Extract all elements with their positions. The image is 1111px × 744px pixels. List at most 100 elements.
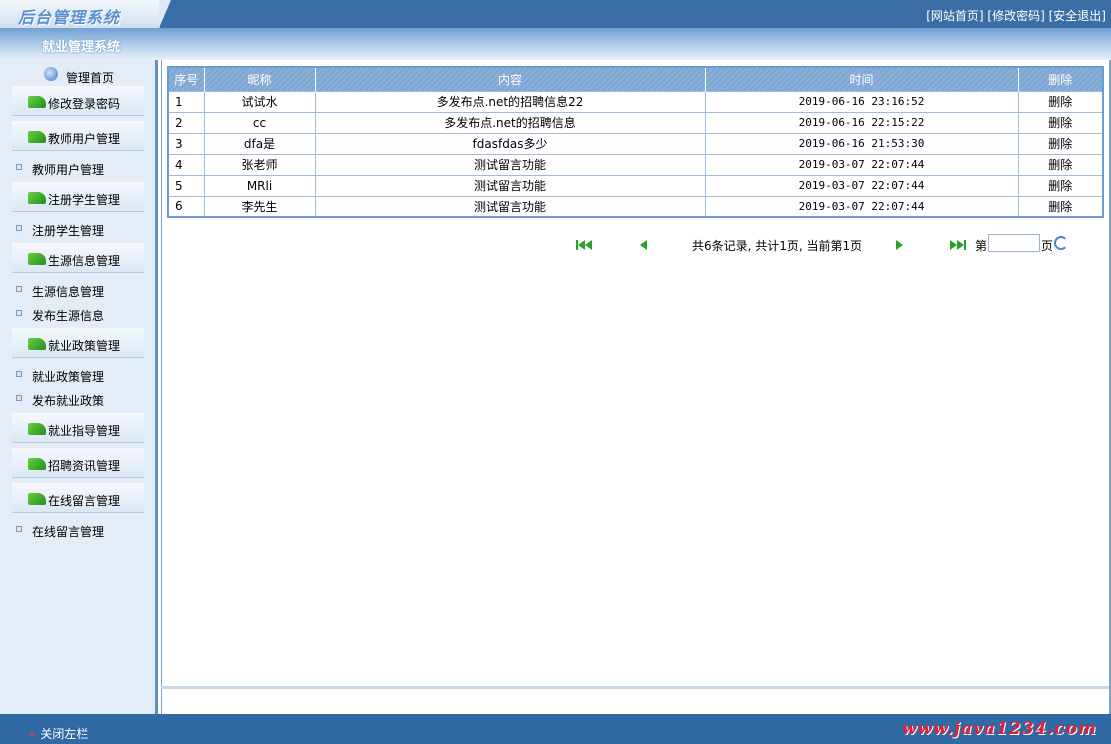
sidebar-section-label: 修改登录密码 [48,97,121,111]
col-header-index: 序号 [168,67,205,91]
sidebar-home[interactable]: 管理首页 [0,64,155,85]
sidebar-item-messages[interactable]: 在线留言管理 [0,518,155,540]
divider [161,686,1111,689]
table-header-row: 序号 昵称 内容 时间 删除 [168,67,1104,91]
sidebar-item-teacher-users[interactable]: 教师用户管理 [0,156,155,178]
close-sidebar-button[interactable]: ✕ 关闭左栏 [28,725,88,742]
cell-time: 2019-06-16 23:16:52 [705,90,1019,112]
close-icon: ✕ [28,730,37,741]
page-number-input[interactable] [988,234,1040,252]
cell-index: 5 [168,174,205,196]
green-arrow-icon [28,458,46,470]
delete-link[interactable]: 删除 [1018,90,1104,112]
sidebar-section-students[interactable]: 注册学生管理 [12,182,144,212]
green-arrow-icon [28,253,46,265]
bullet-icon [16,225,22,231]
sidebar-item-label: 生源信息管理 [32,285,105,299]
delete-link[interactable]: 删除 [1018,132,1104,154]
sidebar-section-label: 招聘资讯管理 [48,459,121,473]
sidebar: 管理首页 修改登录密码 教师用户管理 教师用户管理 注册学生管理 注册学生管理 … [0,60,158,714]
green-arrow-icon [28,192,46,204]
next-page-icon[interactable] [896,237,903,251]
sidebar-item-students[interactable]: 注册学生管理 [0,217,155,239]
cell-index: 4 [168,153,205,175]
sidebar-section-messages[interactable]: 在线留言管理 [12,483,144,513]
site-home-link[interactable]: [网站首页] [926,9,983,23]
col-header-delete: 删除 [1018,67,1104,91]
go-refresh-icon[interactable] [1054,236,1068,250]
header-links: [网站首页] [修改密码] [安全退出] [926,7,1106,24]
sidebar-section-label: 就业政策管理 [48,339,121,353]
cell-time: 2019-03-07 22:07:44 [705,174,1019,196]
green-arrow-icon [28,96,46,108]
cell-content: 测试留言功能 [315,153,706,175]
cell-nickname: MRli [204,174,316,196]
sidebar-section-policy[interactable]: 就业政策管理 [12,328,144,358]
col-header-time: 时间 [705,67,1019,91]
sidebar-item-publish-source[interactable]: 发布生源信息 [0,302,155,324]
cell-nickname: 张老师 [204,153,316,175]
delete-link[interactable]: 删除 [1018,111,1104,133]
logo-tab: 后台管理系统 [0,0,171,28]
table-row: 2 cc 多发布点.net的招聘信息 2019-06-16 22:15:22 删除 [168,111,1104,133]
bottom-bar: ✕ 关闭左栏 www.java1234.com [0,714,1111,744]
cell-content: fdasfdas多少 [315,132,706,154]
green-arrow-icon [28,131,46,143]
col-header-nickname: 昵称 [204,67,316,91]
bullet-icon [16,310,22,316]
sidebar-section-change-password[interactable]: 修改登录密码 [12,86,144,116]
top-header: 后台管理系统 [网站首页] [修改密码] [安全退出] [0,0,1111,28]
bullet-icon [16,164,22,170]
sidebar-section-recruitment[interactable]: 招聘资讯管理 [12,448,144,478]
cell-content: 测试留言功能 [315,195,706,217]
cell-nickname: dfa是 [204,132,316,154]
pagination: 共6条记录, 共计1页, 当前第1页 第 页 [560,234,1080,254]
table-row: 5 MRli 测试留言功能 2019-03-07 22:07:44 删除 [168,174,1104,196]
sidebar-item-label: 就业政策管理 [32,370,105,384]
cell-nickname: 试试水 [204,90,316,112]
message-table: 序号 昵称 内容 时间 删除 1 试试水 多发布点.net的招聘信息22 2019-0… [167,66,1104,218]
sidebar-item-source-info[interactable]: 生源信息管理 [0,278,155,300]
sidebar-home-label: 管理首页 [66,71,115,85]
page-label-suffix: 页 [1041,239,1054,253]
cell-index: 1 [168,90,205,112]
pagination-info: 共6条记录, 共计1页, 当前第1页 [692,239,863,253]
bullet-icon [16,371,22,377]
change-password-link[interactable]: [修改密码] [987,9,1044,23]
sidebar-item-publish-policy[interactable]: 发布就业政策 [0,387,155,409]
app-logo: 后台管理系统 [18,8,121,27]
page-label-prefix: 第 [975,239,988,253]
sub-header: 就业管理系统 [0,28,1111,60]
close-sidebar-label: 关闭左栏 [40,727,89,741]
last-page-icon[interactable] [950,237,966,251]
green-arrow-icon [28,423,46,435]
table-row: 6 李先生 测试留言功能 2019-03-07 22:07:44 删除 [168,195,1104,217]
prev-page-icon[interactable] [640,237,647,251]
first-page-icon[interactable] [576,237,592,251]
home-globe-icon [44,67,58,81]
sidebar-item-label: 发布生源信息 [32,309,105,323]
sidebar-item-label: 发布就业政策 [32,394,105,408]
sidebar-item-policy[interactable]: 就业政策管理 [0,363,155,385]
logout-link[interactable]: [安全退出] [1049,9,1106,23]
delete-link[interactable]: 删除 [1018,153,1104,175]
system-title: 就业管理系统 [42,40,121,55]
sidebar-section-label: 生源信息管理 [48,254,121,268]
delete-link[interactable]: 删除 [1018,174,1104,196]
cell-content: 多发布点.net的招聘信息22 [315,90,706,112]
sidebar-item-label: 注册学生管理 [32,224,105,238]
sidebar-section-guidance[interactable]: 就业指导管理 [12,413,144,443]
delete-link[interactable]: 删除 [1018,195,1104,217]
cell-time: 2019-03-07 22:07:44 [705,153,1019,175]
table-row: 3 dfa是 fdasfdas多少 2019-06-16 21:53:30 删除 [168,132,1104,154]
sidebar-section-label: 就业指导管理 [48,424,121,438]
sidebar-item-label: 在线留言管理 [32,525,105,539]
sidebar-section-teacher-users[interactable]: 教师用户管理 [12,121,144,151]
cell-time: 2019-03-07 22:07:44 [705,195,1019,217]
col-header-content: 内容 [315,67,706,91]
sidebar-section-source-info[interactable]: 生源信息管理 [12,243,144,273]
sidebar-item-label: 教师用户管理 [32,163,105,177]
bullet-icon [16,286,22,292]
bullet-icon [16,395,22,401]
table-row: 1 试试水 多发布点.net的招聘信息22 2019-06-16 23:16:52 删除 [168,90,1104,112]
